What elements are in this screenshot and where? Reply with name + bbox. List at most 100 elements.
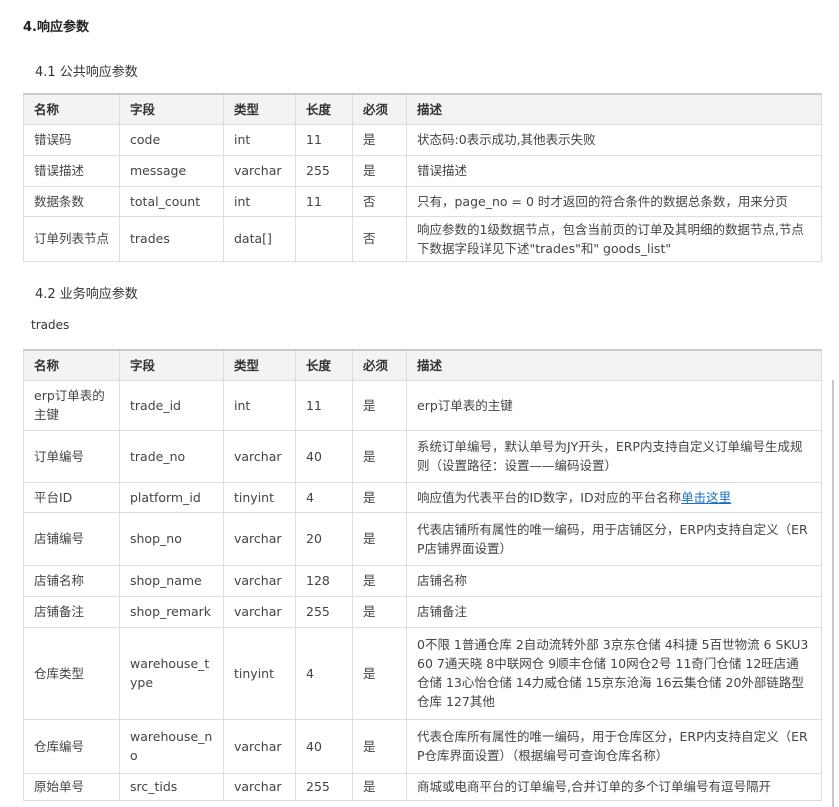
cell-length [295,215,353,262]
header-type: 类型 [223,93,296,125]
cell-type: varchar [223,154,296,187]
cell-length: 11 [295,379,353,431]
table-row: 仓库编号 warehouse_no varchar 40 是 代表仓库所有属性的… [23,718,822,774]
table-row: 错误描述 message varchar 255 是 错误描述 [23,154,822,187]
cell-field: shop_remark [119,595,224,628]
cell-description: 店铺名称 [406,564,822,597]
header-name: 名称 [23,349,120,381]
cell-length: 255 [295,772,353,801]
header-description: 描述 [406,349,822,381]
cell-name: 仓库编号 [23,718,120,774]
cell-required: 是 [352,718,407,774]
cell-name: 错误描述 [23,154,120,187]
cell-required: 是 [352,123,407,156]
cell-field: warehouse_no [119,718,224,774]
cell-type: varchar [223,772,296,801]
table-row: 店铺编号 shop_no varchar 20 是 代表店铺所有属性的唯一编码，… [23,511,822,566]
table-row: 错误码 code int 11 是 状态码:0表示成功,其他表示失败 [23,123,822,156]
cell-description: 状态码:0表示成功,其他表示失败 [406,123,822,156]
table-row: 店铺备注 shop_remark varchar 255 是 店铺备注 [23,595,822,628]
public-params-title: 4.1 公共响应参数 [35,65,138,80]
cell-name: 错误码 [23,123,120,156]
cell-name: 原始单号 [23,772,120,801]
cell-required: 是 [352,772,407,801]
cell-type: varchar [223,564,296,597]
cell-type: int [223,379,296,431]
table-header-row: 名称 字段 类型 长度 必须 描述 [23,349,822,381]
cell-field: shop_name [119,564,224,597]
table-row: 平台ID platform_id tinyint 4 是 响应值为代表平台的ID… [23,481,822,513]
cell-length: 11 [295,185,353,217]
cell-type: varchar [223,718,296,774]
header-length: 长度 [295,93,353,125]
vertical-scrollbar[interactable] [832,380,834,807]
table-row: erp订单表的主键 trade_id int 11 是 erp订单表的主键 [23,379,822,431]
cell-type: tinyint [223,481,296,513]
cell-name: 店铺名称 [23,564,120,597]
cell-length: 40 [295,429,353,483]
cell-description: 0不限 1普通仓库 2自动流转外部 3京东仓储 4科捷 5百世物流 6 SKU3… [406,626,822,720]
cell-length: 4 [295,481,353,513]
business-params-title: 4.2 业务响应参数 [35,287,138,302]
cell-required: 是 [352,379,407,431]
cell-description: 代表仓库所有属性的唯一编码，用于仓库区分，ERP内支持自定义（ERP仓库界面设置… [406,718,822,774]
cell-required: 是 [352,481,407,513]
cell-description: 响应值为代表平台的ID数字，ID对应的平台名称单击这里 [406,481,822,513]
header-length: 长度 [295,349,353,381]
cell-name: 数据条数 [23,185,120,217]
cell-field: message [119,154,224,187]
cell-required: 是 [352,564,407,597]
header-type: 类型 [223,349,296,381]
header-name: 名称 [23,93,120,125]
cell-description: 错误描述 [406,154,822,187]
cell-required: 是 [352,429,407,483]
cell-description: 只有，page_no = 0 时才返回的符合条件的数据总条数，用来分页 [406,185,822,217]
cell-length: 20 [295,511,353,566]
cell-type: int [223,185,296,217]
table-row: 订单编号 trade_no varchar 40 是 系统订单编号，默认单号为J… [23,429,822,483]
cell-length: 255 [295,154,353,187]
trades-label: trades [31,318,70,332]
cell-name: erp订单表的主键 [23,379,120,431]
table-row: 仓库类型 warehouse_type tinyint 4 是 0不限 1普通仓… [23,626,822,720]
cell-field: trade_id [119,379,224,431]
cell-length: 255 [295,595,353,628]
cell-required: 是 [352,511,407,566]
section-title: 4.响应参数 [23,20,89,35]
cell-required: 否 [352,215,407,262]
cell-required: 是 [352,626,407,720]
cell-description: 系统订单编号，默认单号为JY开头，ERP内支持自定义订单编号生成规则（设置路径：… [406,429,822,483]
cell-name: 平台ID [23,481,120,513]
cell-description: 响应参数的1级数据节点，包含当前页的订单及其明细的数据节点,节点下数据字段详见下… [406,215,822,262]
table-row: 店铺名称 shop_name varchar 128 是 店铺名称 [23,564,822,597]
cell-field: trades [119,215,224,262]
cell-type: int [223,123,296,156]
table-row: 订单列表节点 trades data[] 否 响应参数的1级数据节点，包含当前页… [23,215,822,262]
cell-field: total_count [119,185,224,217]
trades-params-table: 名称 字段 类型 长度 必须 描述 erp订单表的主键 trade_id int… [23,349,822,801]
cell-field: platform_id [119,481,224,513]
cell-type: varchar [223,429,296,483]
public-params-table: 名称 字段 类型 长度 必须 描述 错误码 code int 11 是 状态码:… [23,93,822,262]
platform-link[interactable]: 单击这里 [681,490,731,505]
cell-required: 否 [352,185,407,217]
cell-name: 店铺备注 [23,595,120,628]
table-row: 原始单号 src_tids varchar 255 是 商城或电商平台的订单编号… [23,772,822,801]
cell-name: 订单编号 [23,429,120,483]
cell-type: varchar [223,511,296,566]
header-field: 字段 [119,349,224,381]
header-description: 描述 [406,93,822,125]
header-required: 必须 [352,349,407,381]
cell-field: shop_no [119,511,224,566]
cell-required: 是 [352,595,407,628]
cell-field: warehouse_type [119,626,224,720]
header-required: 必须 [352,93,407,125]
cell-field: trade_no [119,429,224,483]
cell-length: 40 [295,718,353,774]
cell-name: 订单列表节点 [23,215,120,262]
cell-description: erp订单表的主键 [406,379,822,431]
cell-name: 店铺编号 [23,511,120,566]
cell-description: 商城或电商平台的订单编号,合并订单的多个订单编号有逗号隔开 [406,772,822,801]
cell-length: 128 [295,564,353,597]
cell-description: 店铺备注 [406,595,822,628]
